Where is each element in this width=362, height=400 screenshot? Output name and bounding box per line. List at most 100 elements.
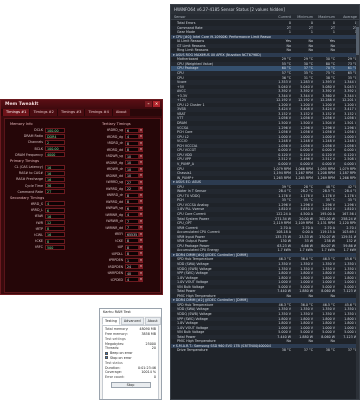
chevron-down-icon[interactable]: ▾ (139, 153, 143, 159)
checkbox-icon[interactable] (105, 356, 108, 360)
timing-select[interactable]: 8 (125, 238, 139, 244)
timing-select[interactable]: 8 (125, 147, 139, 153)
column-current[interactable]: Current (271, 14, 293, 19)
column-sensor[interactable]: Sensor (171, 14, 271, 19)
timing-label: tWRPDEN (107, 271, 123, 276)
timing-select[interactable]: 10 (125, 153, 139, 159)
timing-label: tRDRD_dr (107, 141, 123, 146)
checkbox-icon[interactable] (105, 351, 108, 355)
tab-timings-2[interactable]: Timings #2 (30, 109, 57, 116)
memtweakit-title: Mem TweakIt (5, 102, 39, 107)
timing-select[interactable]: 40 (125, 270, 139, 276)
timing-value: 16 (45, 213, 65, 219)
chevron-down-icon[interactable]: ▾ (139, 166, 143, 172)
memtweakit-window: Mem TweakIt – ✕ Timings #1 Timings #2 Ti… (0, 99, 163, 295)
chevron-down-icon[interactable]: ▾ (139, 179, 143, 185)
timing-value: 16 (45, 170, 65, 176)
timing-select[interactable]: 6 (125, 127, 139, 133)
chevron-down-icon[interactable]: ▾ (139, 192, 143, 198)
timing-label: tCKE (35, 239, 43, 244)
hwinfo-column-headers: Sensor Current Minimum Maximum Average (171, 14, 359, 20)
chevron-down-icon[interactable]: ▾ (139, 160, 143, 166)
timing-select[interactable]: 8 (125, 140, 139, 146)
timing-select[interactable]: 27 (125, 179, 139, 185)
hwinfo-scrollbar[interactable] (356, 21, 359, 399)
chevron-down-icon[interactable]: ▾ (139, 270, 143, 276)
sensor-row[interactable]: Drive Temperature 38 °C 37 °C 38 °C 37 °C (171, 348, 359, 353)
hwinfo-title: HWiNFO64 v6.27-4185 Sensor Status [2 val… (171, 5, 359, 14)
timing-value: 16 (45, 232, 65, 238)
memtweakit-window-controls: – ✕ (145, 101, 160, 107)
tab-timings-3[interactable]: Timings #3 (57, 109, 85, 116)
timing-label: tWRWR_sg (105, 206, 123, 211)
sensor-maximum: No (330, 293, 335, 298)
chevron-down-icon[interactable]: ▾ (139, 134, 143, 140)
timing-select[interactable]: 10 (125, 166, 139, 172)
timing-select[interactable]: 10 (125, 160, 139, 166)
timing-select[interactable]: 8 (125, 244, 139, 250)
chevron-down-icon[interactable]: ▾ (139, 257, 143, 263)
tab-timings-4[interactable]: Timings #4 (85, 109, 112, 116)
chevron-down-icon[interactable]: ▾ (139, 140, 143, 146)
chevron-down-icon[interactable]: ▾ (139, 225, 143, 231)
timing-select[interactable]: 22 (125, 186, 139, 192)
tab-timings-1[interactable]: Timings #1 (3, 109, 30, 116)
chevron-down-icon[interactable]: ▾ (139, 127, 143, 133)
tab-about[interactable]: About (112, 109, 130, 116)
timing-select[interactable]: 6 (125, 205, 139, 211)
close-icon[interactable]: ✕ (153, 101, 160, 107)
chevron-down-icon[interactable]: ▾ (139, 173, 143, 179)
timing-select[interactable]: 7 (125, 218, 139, 224)
chevron-down-icon[interactable]: ▾ (139, 218, 143, 224)
timing-value: 4 (45, 201, 65, 207)
timing-select[interactable]: 8 (125, 192, 139, 198)
chevron-down-icon[interactable]: ▾ (139, 244, 143, 250)
setting-input[interactable]: 20 (152, 346, 156, 351)
timing-select[interactable]: 7 (125, 225, 139, 231)
timing-select[interactable]: 4 (125, 134, 139, 140)
chevron-down-icon[interactable]: ▾ (139, 264, 143, 270)
timing-value: 8 (45, 226, 65, 232)
timing-label: tRFC (35, 245, 43, 250)
timing-label: tCKE (115, 238, 123, 243)
column-minimum[interactable]: Minimum (293, 14, 315, 19)
tab-about[interactable]: About (144, 317, 161, 325)
sensor-current: 38 °C (281, 348, 291, 353)
chevron-down-icon[interactable]: ▾ (139, 277, 143, 283)
timing-select[interactable]: 65535 (125, 231, 139, 237)
stop-button[interactable]: Stop (110, 381, 151, 388)
tab-testing[interactable]: Testing (102, 317, 120, 325)
minimize-icon[interactable]: – (145, 101, 152, 107)
chevron-down-icon[interactable]: ▾ (139, 212, 143, 218)
hwinfo-scroll-thumb[interactable] (356, 27, 359, 55)
column-average[interactable]: Average (337, 14, 359, 19)
timing-select[interactable]: 1 (125, 257, 139, 263)
column-maximum[interactable]: Maximum (315, 14, 337, 19)
sensor-minimum: No (308, 48, 313, 53)
ram-test-panel: Total memory: 48090 MB Free memory: 3858 MB… (102, 325, 159, 399)
timing-select[interactable]: 8 (125, 251, 139, 257)
timing-select[interactable]: 8 (125, 199, 139, 205)
chevron-down-icon[interactable]: ▾ (139, 199, 143, 205)
sensor-minimum: 37 °C (303, 348, 313, 353)
chevron-down-icon[interactable]: ▾ (139, 147, 143, 153)
timing-label: tXP (117, 245, 123, 250)
sensor-minimum: No (308, 339, 313, 344)
chevron-down-icon[interactable]: ▾ (139, 205, 143, 211)
chevron-down-icon[interactable]: ▾ (139, 186, 143, 192)
chevron-down-icon[interactable]: ▾ (139, 251, 143, 257)
timing-label: tWRWR_dg (105, 212, 124, 217)
timing-label: tWRWR_dd (105, 225, 124, 230)
chevron-down-icon[interactable]: ▾ (139, 238, 143, 244)
timing-select[interactable]: 4 (125, 277, 139, 283)
timing-select[interactable]: 4 (125, 212, 139, 218)
hwinfo-sensor-list[interactable]: Total Errors0000Command Rate2T2T2T2TGear… (171, 21, 359, 399)
timing-select[interactable]: 10 (125, 173, 139, 179)
memory-info-line: Free memory: 3858 MB (105, 332, 156, 337)
status-line: Error count: 0 (105, 375, 156, 380)
chevron-down-icon[interactable]: ▾ (139, 231, 143, 237)
timing-select[interactable]: 24 (125, 264, 139, 270)
checkbox-row[interactable]: Stop on error (105, 356, 156, 361)
tab-advanced[interactable]: Advanced (120, 317, 144, 325)
timing-label: tRDWR_dr (106, 167, 123, 172)
